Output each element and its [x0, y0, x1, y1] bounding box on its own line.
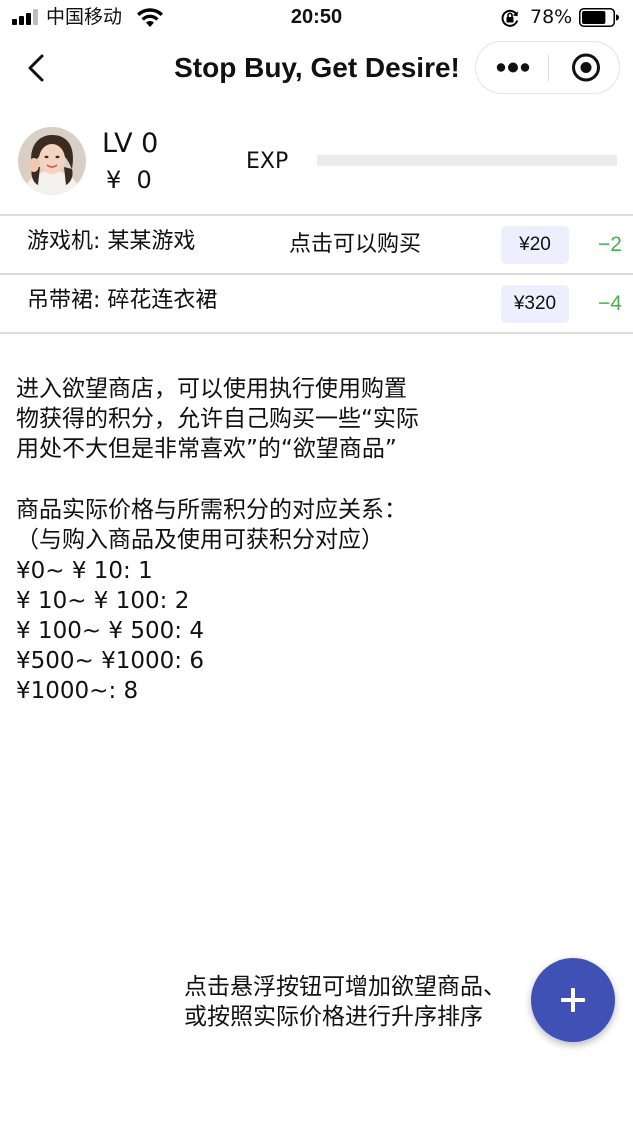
list-item[interactable]: 游戏机: 某某游戏 点击可以购买 ¥20 −2 — [0, 216, 633, 273]
mini-program-capsule — [475, 41, 620, 94]
battery-percent: 78% — [530, 6, 573, 28]
item-cost: −4 — [598, 292, 622, 315]
item-cost: −2 — [598, 233, 622, 256]
orientation-lock-icon — [501, 9, 519, 27]
add-item-fab[interactable] — [531, 958, 615, 1042]
back-icon[interactable] — [22, 50, 52, 86]
item-price-chip: ¥20 — [501, 226, 569, 264]
description-line: 用处不大但是非常喜欢”的“欲望商品” — [16, 436, 397, 462]
description-line: （与购入商品及使用可获积分对应） — [16, 527, 384, 553]
plus-icon — [561, 988, 585, 1012]
nav-bar: Stop Buy, Get Desire! — [0, 36, 633, 102]
more-icon — [496, 62, 530, 73]
battery-icon — [579, 8, 619, 27]
close-target-icon — [572, 53, 600, 82]
fab-hint-line: 点击悬浮按钮可增加欲望商品、 — [184, 974, 506, 1000]
price-tier-line: ¥ 100~ ¥ 500: 4 — [16, 618, 204, 644]
item-price-chip: ¥320 — [501, 285, 569, 323]
price-tier-line: ¥500~ ¥1000: 6 — [16, 648, 204, 674]
description-line: 物获得的积分，允许自己购买一些“实际 — [16, 406, 419, 432]
more-button[interactable] — [476, 42, 548, 93]
item-name: 吊带裙: 碎花连衣裙 — [27, 288, 218, 313]
description-line: 商品实际价格与所需积分的对应关系： — [16, 497, 407, 523]
close-button[interactable] — [549, 42, 619, 93]
exp-label: EXP — [246, 149, 289, 174]
balance-label: ¥ 0 — [106, 166, 152, 194]
description-line: 进入欲望商店，可以使用执行使用购置 — [16, 376, 407, 402]
price-tier-line: ¥ 10~ ¥ 100: 2 — [16, 588, 190, 614]
exp-progress-bar — [317, 155, 617, 166]
list-item[interactable]: 吊带裙: 碎花连衣裙 ¥320 −4 — [0, 275, 633, 332]
avatar[interactable] — [18, 127, 86, 195]
price-tier-line: ¥1000~: 8 — [16, 678, 139, 704]
item-name: 游戏机: 某某游戏 — [27, 229, 196, 254]
level-label: LV 0 — [102, 128, 159, 159]
price-tier-line: ¥0~ ¥ 10: 1 — [16, 558, 153, 584]
page-title: Stop Buy, Get Desire! — [174, 52, 460, 83]
status-bar: 中国移动 20:50 78% — [0, 0, 633, 36]
fab-hint-line: 或按照实际价格进行升序排序 — [184, 1004, 483, 1030]
item-buy-hint: 点击可以购买 — [289, 232, 422, 257]
list-divider — [0, 332, 633, 334]
